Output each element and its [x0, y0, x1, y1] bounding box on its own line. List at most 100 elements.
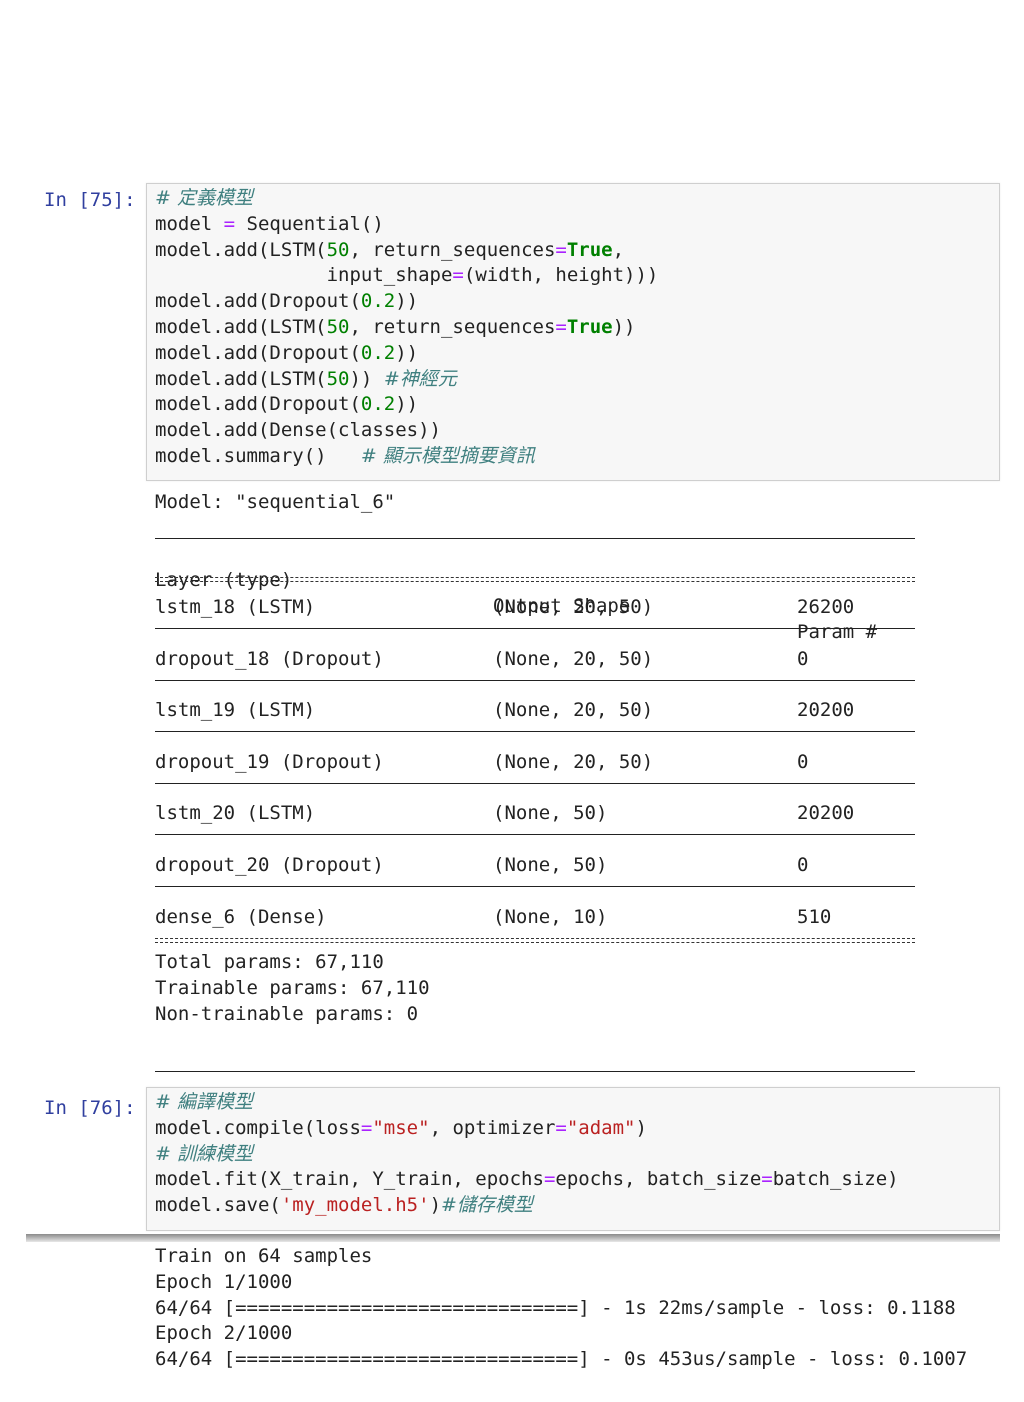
table-row-rule: [155, 782, 915, 784]
training-log-line: Epoch 2/1000: [155, 1322, 293, 1345]
layer-cell: lstm_20 (LSTM): [155, 802, 316, 825]
code-token: )): [395, 393, 419, 416]
code-token: )): [395, 290, 419, 313]
output-shape-cell: (None, 50): [493, 854, 608, 876]
code-line: model.save('my_model.h5')#儲存模型: [155, 1193, 899, 1219]
cell-75-input[interactable]: # 定義模型 model = Sequential() model.add(LSTM…: [146, 183, 1000, 481]
code-token: model.save(: [155, 1194, 281, 1217]
code-token: model.add(LSTM(: [155, 238, 327, 261]
table-footer-double-rule: [155, 937, 915, 943]
code-token: )): [349, 367, 384, 390]
code-token: # 顯示模型摘要資訊: [360, 444, 535, 467]
code-line: # 定義模型: [155, 186, 658, 212]
output-shape-cell: (None, 10): [493, 905, 608, 928]
code-token: model.add(Dropout(: [155, 393, 361, 416]
code-token: 50: [326, 367, 350, 390]
code-line: input_shape=(width, height))): [155, 263, 659, 289]
layer-cell: dropout_20 (Dropout): [155, 854, 384, 876]
header-param: Param #: [797, 621, 878, 643]
table-row-rule: [155, 731, 915, 733]
code-token: #儲存模型: [441, 1194, 533, 1217]
code-token: epochs, batch_size: [555, 1168, 762, 1191]
param-cell: 510: [797, 905, 832, 928]
table-bottom-rule: [155, 1070, 915, 1072]
param-cell: 20200: [797, 699, 855, 722]
table-header-double-rule: [155, 577, 915, 582]
code-token: model: [155, 212, 224, 235]
code-token: =: [555, 1116, 567, 1139]
code-token: "adam": [566, 1116, 636, 1139]
training-log-line: Train on 64 samples: [155, 1245, 373, 1267]
output-shape-cell: (None, 20, 50): [493, 750, 654, 773]
code-token: , optimizer: [429, 1116, 556, 1139]
code-line: model.add(LSTM(50, return_sequences=True…: [155, 315, 658, 341]
code-token: =: [555, 315, 567, 338]
training-log-line: Epoch 1/1000: [155, 1270, 293, 1293]
code-token: input_shape: [155, 264, 453, 287]
code-line: model.summary() # 顯示模型摘要資訊: [155, 444, 658, 470]
output-shape-cell: (None, 20, 50): [493, 596, 654, 618]
output-shape-cell: (None, 50): [493, 802, 608, 825]
code-token: #神經元: [383, 367, 457, 390]
layer-cell: dropout_18 (Dropout): [155, 647, 384, 670]
layer-cell: dropout_19 (Dropout): [155, 750, 384, 773]
params-total-line: Trainable params: 67,110: [155, 977, 430, 999]
code-line: model.fit(X_train, Y_train, epochs=epoch…: [155, 1167, 899, 1193]
table-row: dropout_18 (Dropout) (None, 20, 50) 0: [155, 646, 915, 672]
cell-76-input[interactable]: # 編譯模型 model.compile(loss="mse", optimize…: [146, 1087, 1000, 1231]
code-token: # 編譯模型: [155, 1091, 253, 1113]
cell-75-prompt: In [75]:: [44, 189, 136, 211]
table-row: lstm_18 (LSTM) (None, 20, 50) 26200: [155, 594, 915, 620]
table-row: dense_6 (Dense) (None, 10) 510: [155, 904, 915, 930]
output-shape-cell: (None, 20, 50): [493, 699, 654, 722]
cell-76-code[interactable]: # 編譯模型 model.compile(loss="mse", optimize…: [155, 1090, 899, 1219]
code-token: model.fit(X_train, Y_train, epochs: [155, 1168, 544, 1191]
code-token: model.add(Dropout(: [155, 341, 361, 364]
layer-cell: lstm_18 (LSTM): [155, 596, 316, 618]
code-token: 0.2: [360, 341, 396, 364]
layer-cell: lstm_19 (LSTM): [155, 699, 316, 722]
code-token: =: [555, 238, 567, 261]
code-token: =: [360, 1116, 373, 1139]
code-token: Sequential(): [235, 212, 384, 235]
table-top-rule: [155, 538, 915, 539]
code-token: # 定義模型: [155, 187, 253, 209]
cell-75-model-name: Model: "sequential_6": [155, 491, 396, 513]
code-token: 'my_model.h5': [280, 1194, 430, 1217]
table-row: lstm_19 (LSTM) (None, 20, 50) 20200: [155, 697, 915, 723]
code-token: model.add(LSTM(: [155, 367, 327, 390]
code-token: 50: [326, 315, 350, 338]
code-token: ): [429, 1194, 442, 1217]
code-line: # 訓練模型: [155, 1142, 899, 1168]
code-token: model.summary(): [155, 444, 361, 467]
code-token: True: [566, 315, 613, 338]
param-cell: 0: [797, 854, 809, 876]
code-token: =: [452, 264, 464, 287]
code-token: ,: [612, 238, 625, 261]
code-token: )): [395, 341, 419, 364]
code-token: True: [566, 238, 613, 261]
code-token: 0.2: [360, 290, 396, 313]
params-total-line: Total params: 67,110: [155, 951, 384, 974]
code-token: 0.2: [360, 393, 396, 416]
table-row: dropout_20 (Dropout) (None, 50) 0: [155, 852, 915, 878]
param-cell: 0: [797, 750, 809, 773]
layer-cell: dense_6 (Dense): [155, 905, 327, 928]
table-row: dropout_19 (Dropout) (None, 20, 50) 0: [155, 749, 915, 775]
training-log-line: 64/64 [==============================] -…: [155, 1296, 956, 1319]
param-cell: 0: [797, 647, 809, 670]
cell-75-code[interactable]: # 定義模型 model = Sequential() model.add(LSTM…: [155, 186, 658, 470]
code-line: model.add(LSTM(50, return_sequences=True…: [155, 238, 658, 264]
cell-76-prompt: In [76]:: [44, 1097, 136, 1119]
code-token: "mse": [372, 1116, 430, 1139]
training-log-line: 64/64 [==============================] -…: [155, 1348, 968, 1371]
code-line: model = Sequential(): [155, 212, 658, 238]
code-token: )): [612, 315, 636, 338]
table-header-row: Layer (type) Output Shape Param #: [155, 541, 915, 643]
code-line: model.add(Dense(classes)): [155, 418, 658, 444]
code-token: =: [543, 1168, 556, 1191]
table-row-rule: [155, 628, 915, 629]
table-row-rule: [155, 679, 915, 681]
code-line: model.compile(loss="mse", optimizer="ada…: [155, 1116, 899, 1142]
code-token: model.add(Dense(classes)): [155, 419, 441, 442]
